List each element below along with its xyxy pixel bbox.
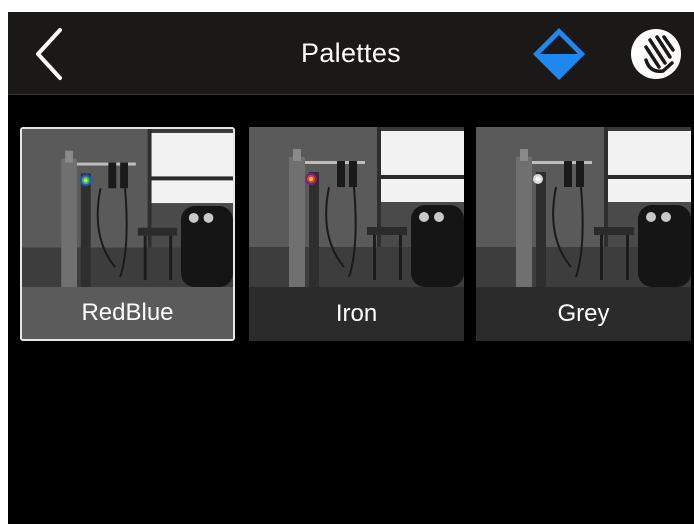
palette-label: RedBlue [22,287,233,339]
touch-hand-icon [631,29,681,79]
palette-label: Grey [476,287,691,341]
palette-card-iron[interactable]: Iron [249,127,464,341]
palette-card-grey[interactable]: Grey [476,127,691,341]
palette-card-redblue[interactable]: RedBlue [20,127,235,341]
palette-label: Iron [249,287,464,341]
level-diamond-icon [533,28,585,80]
touch-button[interactable] [628,25,686,83]
top-bar: Palettes [8,12,694,95]
palette-thumbnail [22,129,233,287]
palette-thumbnail [249,127,464,287]
palette-thumbnail [476,127,691,287]
level-button[interactable] [530,25,588,83]
page-title: Palettes [301,38,401,68]
palettes-screen: Palettes RedBlue Iron Grey [8,12,694,524]
